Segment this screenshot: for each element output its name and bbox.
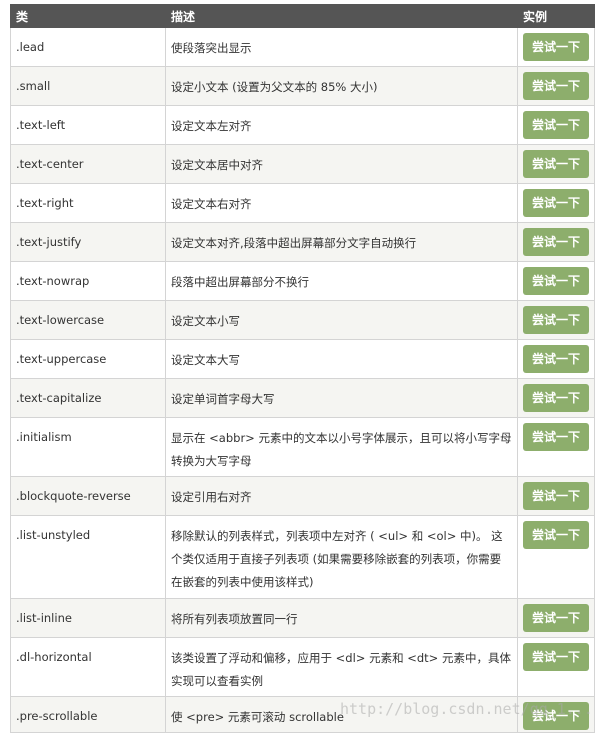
try-it-button[interactable]: 尝试一下 — [523, 345, 589, 373]
description-cell: 设定文本小写 — [165, 300, 518, 340]
example-cell: 尝试一下 — [517, 261, 595, 301]
example-cell: 尝试一下 — [517, 300, 595, 340]
description-cell: 显示在 <abbr> 元素中的文本以小号字体展示，且可以将小写字母转换为大写字母 — [165, 417, 518, 477]
try-it-button[interactable]: 尝试一下 — [523, 384, 589, 412]
example-cell: 尝试一下 — [517, 417, 595, 477]
typography-classes-table: 类 描述 实例 .lead 使段落突出显示 尝试一下 .small 设定小文本 (设置为… — [10, 4, 595, 733]
example-cell: 尝试一下 — [517, 144, 595, 184]
table-row: .text-lowercase 设定文本小写 尝试一下 — [10, 300, 595, 340]
table-row: .text-left 设定文本左对齐 尝试一下 — [10, 105, 595, 145]
class-name-cell: .blockquote-reverse — [10, 476, 166, 516]
class-name-cell: .text-lowercase — [10, 300, 166, 340]
try-it-button[interactable]: 尝试一下 — [523, 423, 589, 451]
class-name-cell: .text-capitalize — [10, 378, 166, 418]
header-class: 类 — [10, 4, 166, 28]
bootstrap-typography-table-wrapper: 类 描述 实例 .lead 使段落突出显示 尝试一下 .small 设定小文本 (设置为… — [10, 4, 595, 733]
try-it-button[interactable]: 尝试一下 — [523, 521, 589, 549]
table-row: .small 设定小文本 (设置为父文本的 85% 大小) 尝试一下 — [10, 66, 595, 106]
example-cell: 尝试一下 — [517, 222, 595, 262]
try-it-button[interactable]: 尝试一下 — [523, 33, 589, 61]
class-name-cell: .initialism — [10, 417, 166, 477]
class-name-cell: .text-left — [10, 105, 166, 145]
table-row: .text-uppercase 设定文本大写 尝试一下 — [10, 339, 595, 379]
table-row: .text-justify 设定文本对齐,段落中超出屏幕部分文字自动换行 尝试一下 — [10, 222, 595, 262]
table-body: .lead 使段落突出显示 尝试一下 .small 设定小文本 (设置为父文本的 85%… — [10, 27, 595, 733]
class-name-cell: .text-uppercase — [10, 339, 166, 379]
description-cell: 设定文本右对齐 — [165, 183, 518, 223]
class-name-cell: .text-right — [10, 183, 166, 223]
class-name-cell: .lead — [10, 27, 166, 67]
example-cell: 尝试一下 — [517, 183, 595, 223]
example-cell: 尝试一下 — [517, 66, 595, 106]
description-cell: 该类设置了浮动和偏移，应用于 <dl> 元素和 <dt> 元素中，具体实现可以查… — [165, 637, 518, 697]
example-cell: 尝试一下 — [517, 515, 595, 599]
example-cell: 尝试一下 — [517, 27, 595, 67]
example-cell: 尝试一下 — [517, 637, 595, 697]
description-cell: 设定单词首字母大写 — [165, 378, 518, 418]
watermark: http://blog.csdn.net/qq_1... — [340, 700, 593, 718]
try-it-button[interactable]: 尝试一下 — [523, 228, 589, 256]
table-row: .list-unstyled 移除默认的列表样式，列表项中左对齐 ( <ul> 和… — [10, 515, 595, 599]
description-cell: 段落中超出屏幕部分不换行 — [165, 261, 518, 301]
class-name-cell: .dl-horizontal — [10, 637, 166, 697]
try-it-button[interactable]: 尝试一下 — [523, 111, 589, 139]
example-cell: 尝试一下 — [517, 339, 595, 379]
description-cell: 移除默认的列表样式，列表项中左对齐 ( <ul> 和 <ol> 中)。 这个类仅… — [165, 515, 518, 599]
description-cell: 设定文本左对齐 — [165, 105, 518, 145]
try-it-button[interactable]: 尝试一下 — [523, 189, 589, 217]
table-row: .text-nowrap 段落中超出屏幕部分不换行 尝试一下 — [10, 261, 595, 301]
example-cell: 尝试一下 — [517, 598, 595, 638]
table-row: .initialism 显示在 <abbr> 元素中的文本以小号字体展示，且可以将… — [10, 417, 595, 477]
description-cell: 设定文本大写 — [165, 339, 518, 379]
try-it-button[interactable]: 尝试一下 — [523, 482, 589, 510]
class-name-cell: .text-center — [10, 144, 166, 184]
table-row: .blockquote-reverse 设定引用右对齐 尝试一下 — [10, 476, 595, 516]
try-it-button[interactable]: 尝试一下 — [523, 604, 589, 632]
table-row: .text-center 设定文本居中对齐 尝试一下 — [10, 144, 595, 184]
class-name-cell: .list-inline — [10, 598, 166, 638]
description-cell: 设定文本对齐,段落中超出屏幕部分文字自动换行 — [165, 222, 518, 262]
description-cell: 将所有列表项放置同一行 — [165, 598, 518, 638]
header-row: 类 描述 实例 — [10, 4, 595, 28]
description-cell: 设定文本居中对齐 — [165, 144, 518, 184]
try-it-button[interactable]: 尝试一下 — [523, 267, 589, 295]
example-cell: 尝试一下 — [517, 476, 595, 516]
try-it-button[interactable]: 尝试一下 — [523, 72, 589, 100]
example-cell: 尝试一下 — [517, 105, 595, 145]
example-cell: 尝试一下 — [517, 378, 595, 418]
table-row: .dl-horizontal 该类设置了浮动和偏移，应用于 <dl> 元素和 <d… — [10, 637, 595, 697]
class-name-cell: .list-unstyled — [10, 515, 166, 599]
try-it-button[interactable]: 尝试一下 — [523, 150, 589, 178]
description-cell: 设定引用右对齐 — [165, 476, 518, 516]
try-it-button[interactable]: 尝试一下 — [523, 306, 589, 334]
header-example: 实例 — [517, 4, 595, 28]
description-cell: 使段落突出显示 — [165, 27, 518, 67]
class-name-cell: .pre-scrollable — [10, 696, 166, 733]
class-name-cell: .small — [10, 66, 166, 106]
table-row: .text-capitalize 设定单词首字母大写 尝试一下 — [10, 378, 595, 418]
table-row: .list-inline 将所有列表项放置同一行 尝试一下 — [10, 598, 595, 638]
header-description: 描述 — [165, 4, 518, 28]
table-row: .text-right 设定文本右对齐 尝试一下 — [10, 183, 595, 223]
try-it-button[interactable]: 尝试一下 — [523, 643, 589, 671]
table-header: 类 描述 实例 — [10, 4, 595, 28]
description-cell: 设定小文本 (设置为父文本的 85% 大小) — [165, 66, 518, 106]
class-name-cell: .text-nowrap — [10, 261, 166, 301]
table-row: .lead 使段落突出显示 尝试一下 — [10, 27, 595, 67]
class-name-cell: .text-justify — [10, 222, 166, 262]
